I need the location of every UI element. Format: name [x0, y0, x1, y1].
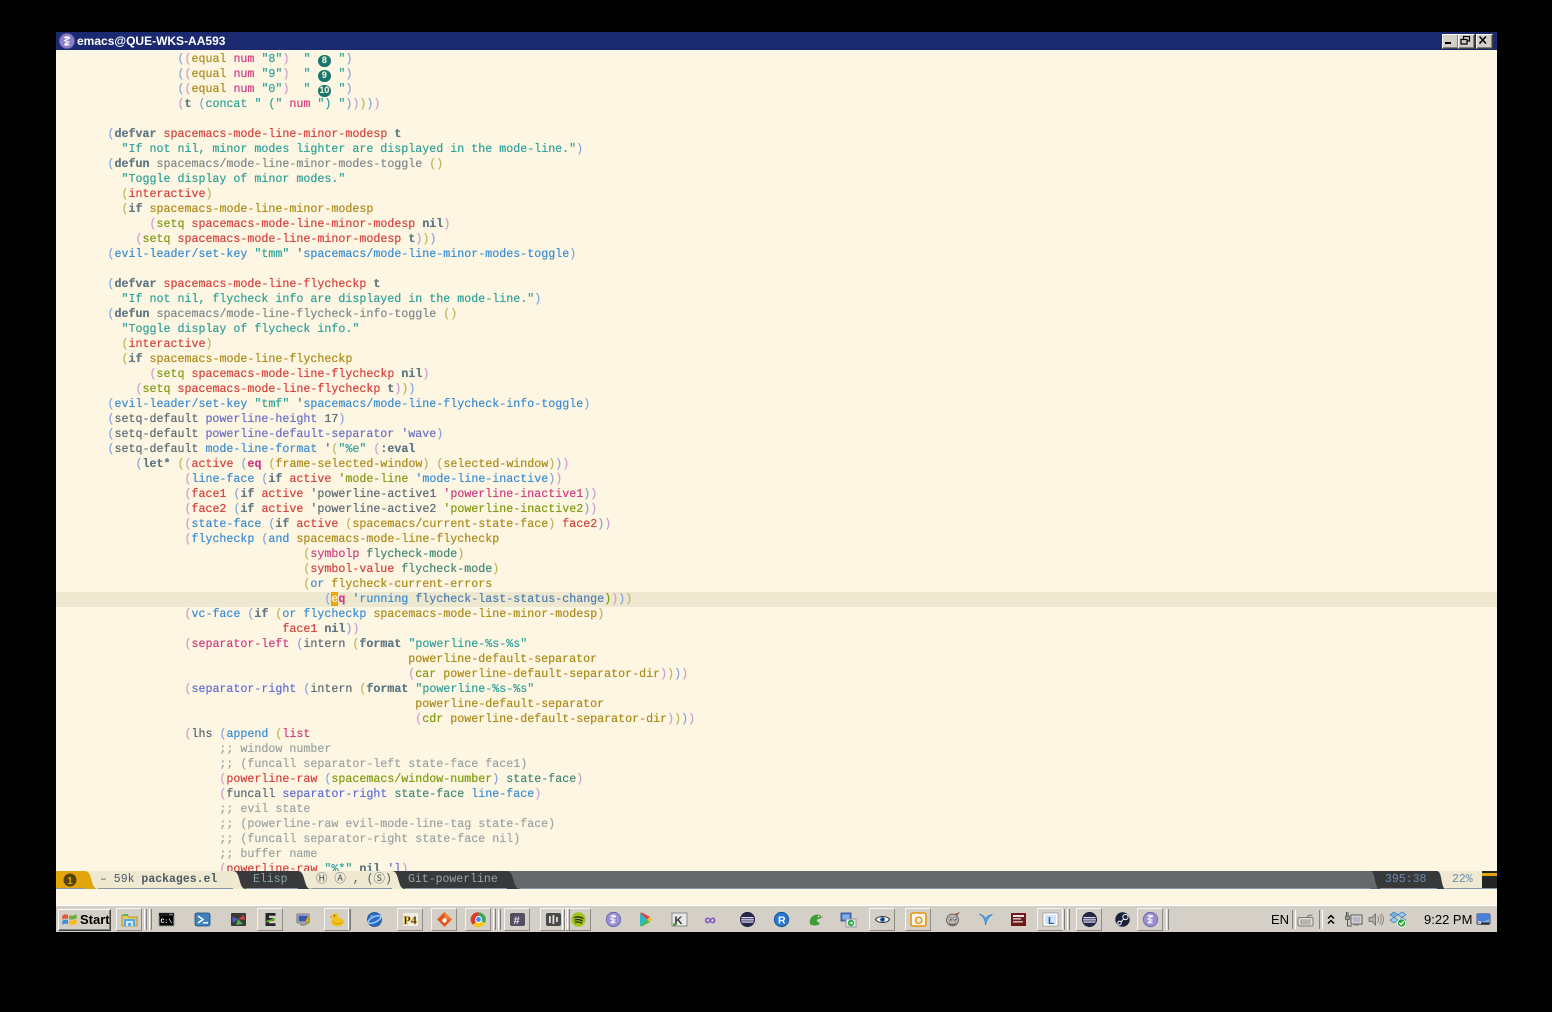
svg-text:1: 1: [67, 876, 73, 887]
svg-text:∞: ∞: [705, 912, 716, 928]
svg-text:O: O: [915, 915, 924, 927]
svg-text:C:\: C:\: [161, 918, 173, 925]
svg-text:L: L: [1048, 915, 1055, 927]
svg-text:P4: P4: [403, 913, 416, 927]
svg-text:R: R: [778, 915, 786, 927]
svg-text:#: #: [514, 915, 520, 927]
